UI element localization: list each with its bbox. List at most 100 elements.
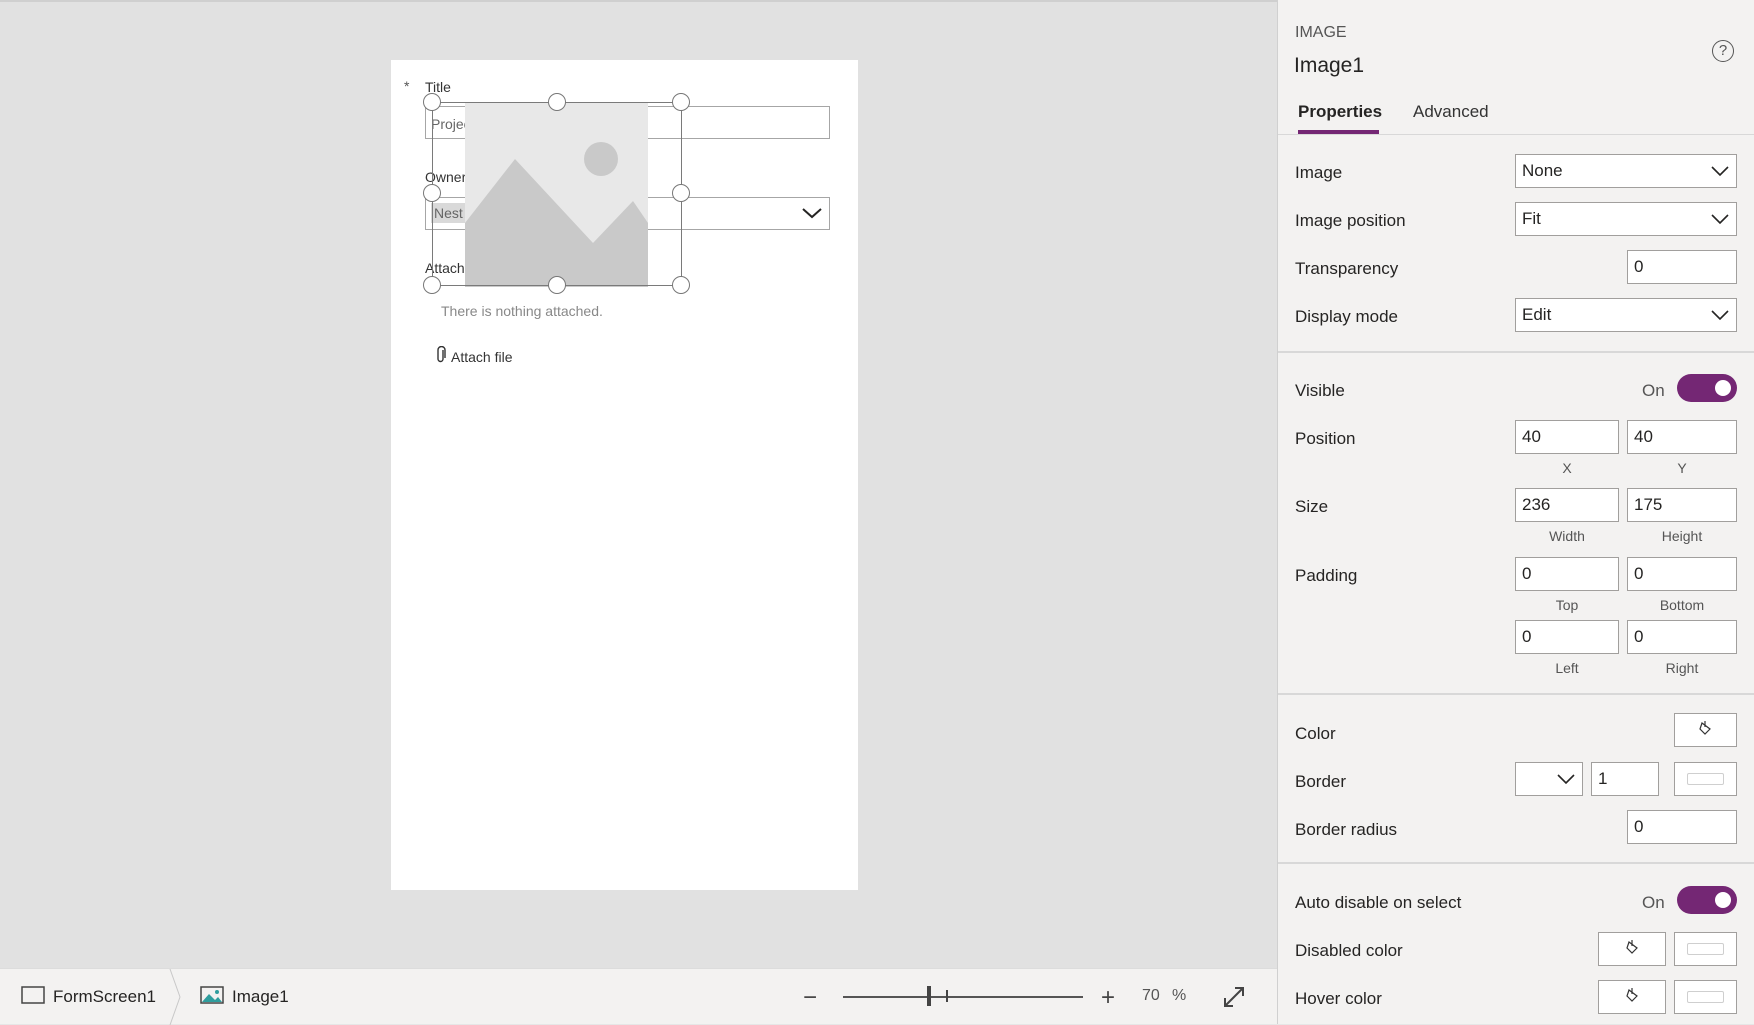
hover-color-fill-picker[interactable]	[1598, 980, 1666, 1014]
zoom-out-button[interactable]: −	[803, 984, 817, 1012]
breadcrumb-control[interactable]: Image1	[200, 969, 289, 1025]
zoom-slider-default-tick	[946, 990, 948, 1002]
tab-advanced[interactable]: Advanced	[1413, 102, 1489, 122]
resize-handle-top-left[interactable]	[423, 93, 441, 111]
zoom-value: 70	[1142, 987, 1160, 1004]
resize-handle-bottom[interactable]	[548, 276, 566, 294]
chevron-down-icon	[1557, 774, 1575, 785]
owner-field-label: Owner	[425, 169, 467, 185]
padding-left-value: 0	[1522, 627, 1532, 646]
auto-disable-state: On	[1642, 893, 1665, 912]
tabs-divider	[1278, 134, 1754, 135]
zoom-slider-thumb[interactable]	[927, 986, 931, 1006]
position-y-caption: Y	[1677, 460, 1687, 476]
screen-icon	[21, 985, 45, 1009]
chevron-down-icon	[1711, 214, 1729, 225]
zoom-slider[interactable]	[843, 996, 1083, 998]
size-height-caption: Height	[1661, 528, 1703, 544]
disabled-color-fill-picker[interactable]	[1598, 932, 1666, 966]
resize-handle-left[interactable]	[423, 184, 441, 202]
disabled-color-label: Disabled color	[1295, 941, 1403, 960]
bottom-bar: FormScreen1 Image1 − + 70 %	[0, 968, 1277, 1025]
size-label: Size	[1295, 497, 1329, 516]
hover-color-label: Hover color	[1295, 989, 1382, 1008]
resize-handle-bottom-left[interactable]	[423, 276, 441, 294]
attachments-empty-text: There is nothing attached.	[441, 303, 603, 319]
size-width-input[interactable]: 236	[1515, 488, 1619, 522]
breadcrumb-screen-label: FormScreen1	[53, 987, 156, 1006]
position-y-input[interactable]: 40	[1627, 420, 1737, 454]
size-width-value: 236	[1522, 495, 1551, 514]
image-label: Image	[1295, 163, 1343, 182]
paint-bucket-icon	[1626, 940, 1638, 954]
border-style-dropdown[interactable]	[1515, 762, 1583, 796]
image-position-dropdown[interactable]: Fit	[1515, 202, 1737, 236]
transparency-label: Transparency	[1295, 259, 1399, 278]
padding-bottom-caption: Bottom	[1659, 597, 1705, 613]
padding-top-input[interactable]: 0	[1515, 557, 1619, 591]
visible-state: On	[1642, 381, 1665, 400]
image-position-label: Image position	[1295, 211, 1406, 230]
border-width-value: 1	[1598, 769, 1608, 788]
resize-handle-bottom-right[interactable]	[672, 276, 690, 294]
hover-color-border-picker[interactable]	[1674, 980, 1737, 1014]
transparency-input[interactable]: 0	[1627, 250, 1737, 284]
fit-to-window-icon[interactable]	[1222, 985, 1246, 1014]
padding-bottom-value: 0	[1634, 564, 1644, 583]
position-y-value: 40	[1634, 427, 1653, 446]
image-placeholder-icon	[465, 103, 648, 287]
visible-label: Visible	[1295, 381, 1345, 400]
visible-toggle[interactable]	[1677, 374, 1737, 402]
breadcrumb-screen[interactable]: FormScreen1	[21, 969, 156, 1025]
zoom-in-button[interactable]: +	[1101, 984, 1115, 1012]
form-screen[interactable]: * Title Projec Owner Nest Attach There i…	[391, 60, 858, 890]
image-dropdown[interactable]: None	[1515, 154, 1737, 188]
image-position-value: Fit	[1522, 209, 1541, 228]
image-placeholder[interactable]	[465, 103, 648, 287]
padding-left-input[interactable]: 0	[1515, 620, 1619, 654]
chevron-down-icon	[801, 204, 823, 225]
position-x-value: 40	[1522, 427, 1541, 446]
padding-right-caption: Right	[1665, 660, 1699, 676]
padding-bottom-input[interactable]: 0	[1627, 557, 1737, 591]
color-picker[interactable]	[1674, 713, 1737, 747]
border-radius-value: 0	[1634, 817, 1644, 836]
border-color-picker[interactable]	[1674, 762, 1737, 796]
help-icon[interactable]: ?	[1712, 40, 1734, 62]
attachments-field-label: Attach	[425, 260, 465, 276]
disabled-color-border-picker[interactable]	[1674, 932, 1737, 966]
tab-properties[interactable]: Properties	[1298, 102, 1382, 122]
size-width-caption: Width	[1549, 528, 1585, 544]
padding-right-value: 0	[1634, 627, 1644, 646]
chevron-down-icon	[1711, 310, 1729, 321]
padding-label: Padding	[1295, 566, 1358, 585]
padding-top-value: 0	[1522, 564, 1532, 583]
auto-disable-toggle[interactable]	[1677, 886, 1737, 914]
paint-bucket-icon	[1699, 721, 1711, 735]
display-mode-dropdown[interactable]: Edit	[1515, 298, 1737, 332]
resize-handle-right[interactable]	[672, 184, 690, 202]
resize-handle-top[interactable]	[548, 93, 566, 111]
breadcrumb-separator	[169, 969, 181, 1025]
control-type: IMAGE	[1295, 24, 1347, 41]
position-x-input[interactable]: 40	[1515, 420, 1619, 454]
resize-handle-top-right[interactable]	[672, 93, 690, 111]
display-mode-label: Display mode	[1295, 307, 1398, 326]
attach-file-button[interactable]: Attach file	[435, 345, 513, 367]
transparency-value: 0	[1634, 257, 1644, 276]
required-asterisk: *	[404, 78, 410, 94]
breadcrumb-control-label: Image1	[232, 987, 289, 1006]
zoom-unit: %	[1172, 987, 1187, 1004]
padding-right-input[interactable]: 0	[1627, 620, 1737, 654]
control-name[interactable]: Image1	[1294, 54, 1364, 78]
border-label: Border	[1295, 772, 1347, 791]
chevron-down-icon	[1711, 166, 1729, 177]
color-label: Color	[1295, 724, 1336, 743]
border-width-input[interactable]: 1	[1591, 762, 1659, 796]
size-height-input[interactable]: 175	[1627, 488, 1737, 522]
attach-file-label: Attach file	[451, 348, 513, 365]
border-radius-input[interactable]: 0	[1627, 810, 1737, 844]
image-icon	[200, 985, 224, 1009]
border-radius-label: Border radius	[1295, 820, 1398, 839]
properties-panel: IMAGE Image1 ? Properties Advanced Image…	[1277, 0, 1754, 1024]
